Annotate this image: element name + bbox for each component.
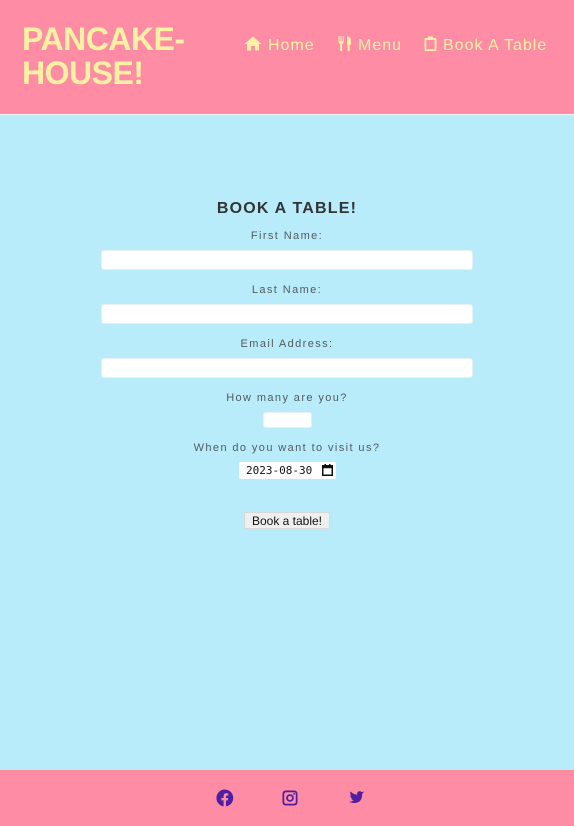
twitter-icon[interactable]	[346, 788, 366, 808]
booking-section: BOOK A TABLE! First Name: Last Name: Ema…	[0, 116, 574, 770]
calendar-icon[interactable]	[322, 464, 333, 479]
nav-item-book-a-table[interactable]: Book A Table	[424, 36, 547, 56]
last-name-label: Last Name:	[251, 284, 323, 296]
visit-date-field[interactable]: 2023-08-30	[239, 462, 336, 479]
date-value: 2023-08-30	[246, 464, 313, 477]
first-name-field[interactable]	[101, 250, 473, 270]
nav-item-label: Home	[268, 37, 315, 54]
utensils-icon	[338, 36, 352, 56]
email-label: Email Address:	[240, 338, 334, 350]
logo[interactable]: PANCAKE-HOUSE!	[22, 22, 202, 90]
facebook-icon[interactable]	[215, 788, 235, 808]
email-field[interactable]	[101, 358, 473, 378]
nav-item-label: Book A Table	[443, 37, 548, 54]
site-footer	[0, 770, 574, 826]
visit-date-label: When do you want to visit us?	[193, 442, 381, 454]
nav-item-home[interactable]: Home	[244, 36, 315, 56]
first-name-label: First Name:	[250, 230, 324, 242]
page-title: BOOK A TABLE!	[216, 200, 358, 217]
nav-item-menu[interactable]: Menu	[338, 36, 402, 56]
instagram-icon[interactable]	[280, 788, 300, 808]
party-size-label: How many are you?	[226, 392, 348, 404]
clipboard-icon	[424, 36, 437, 56]
book-table-button[interactable]: Book a table!	[244, 512, 330, 529]
nav-item-label: Menu	[358, 37, 403, 54]
site-header: PANCAKE-HOUSE! Home Menu Book A Table	[0, 0, 574, 115]
last-name-field[interactable]	[101, 304, 473, 324]
party-size-field[interactable]	[263, 412, 312, 428]
home-icon	[244, 36, 262, 56]
